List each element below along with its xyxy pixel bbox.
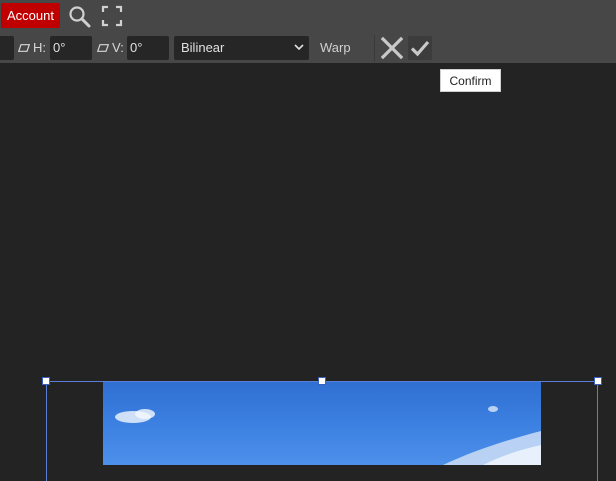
skew-v-input[interactable]: 0°	[127, 36, 169, 60]
partial-field[interactable]	[0, 36, 14, 60]
interpolation-select[interactable]: Bilinear	[174, 36, 309, 60]
cancel-button[interactable]	[380, 36, 404, 60]
confirm-button[interactable]	[408, 36, 432, 60]
skew-icon	[97, 44, 109, 52]
fullscreen-icon[interactable]	[101, 5, 125, 29]
skew-h-input[interactable]: 0°	[50, 36, 92, 60]
skew-icon	[18, 44, 30, 52]
skew-v-label: V:	[97, 36, 124, 60]
close-icon	[380, 36, 404, 60]
checkmark-icon	[410, 40, 430, 57]
transform-handle-top-center[interactable]	[318, 377, 326, 385]
toolbar-divider	[374, 35, 375, 62]
transform-handle-top-left[interactable]	[42, 377, 50, 385]
account-button[interactable]: Account	[1, 3, 60, 28]
interpolation-selected: Bilinear	[181, 40, 225, 55]
top-toolbar: Account	[0, 0, 616, 33]
search-icon[interactable]	[68, 5, 92, 29]
skew-h-label: H:	[18, 36, 46, 60]
transform-handle-top-right[interactable]	[594, 377, 602, 385]
chevron-down-icon	[294, 44, 304, 51]
confirm-tooltip: Confirm	[440, 69, 501, 92]
warp-toggle[interactable]: Warp	[320, 36, 351, 60]
tool-options-bar: H: 0° V: 0° Bilinear Warp	[0, 33, 616, 63]
transform-bounding-box[interactable]	[46, 381, 598, 481]
